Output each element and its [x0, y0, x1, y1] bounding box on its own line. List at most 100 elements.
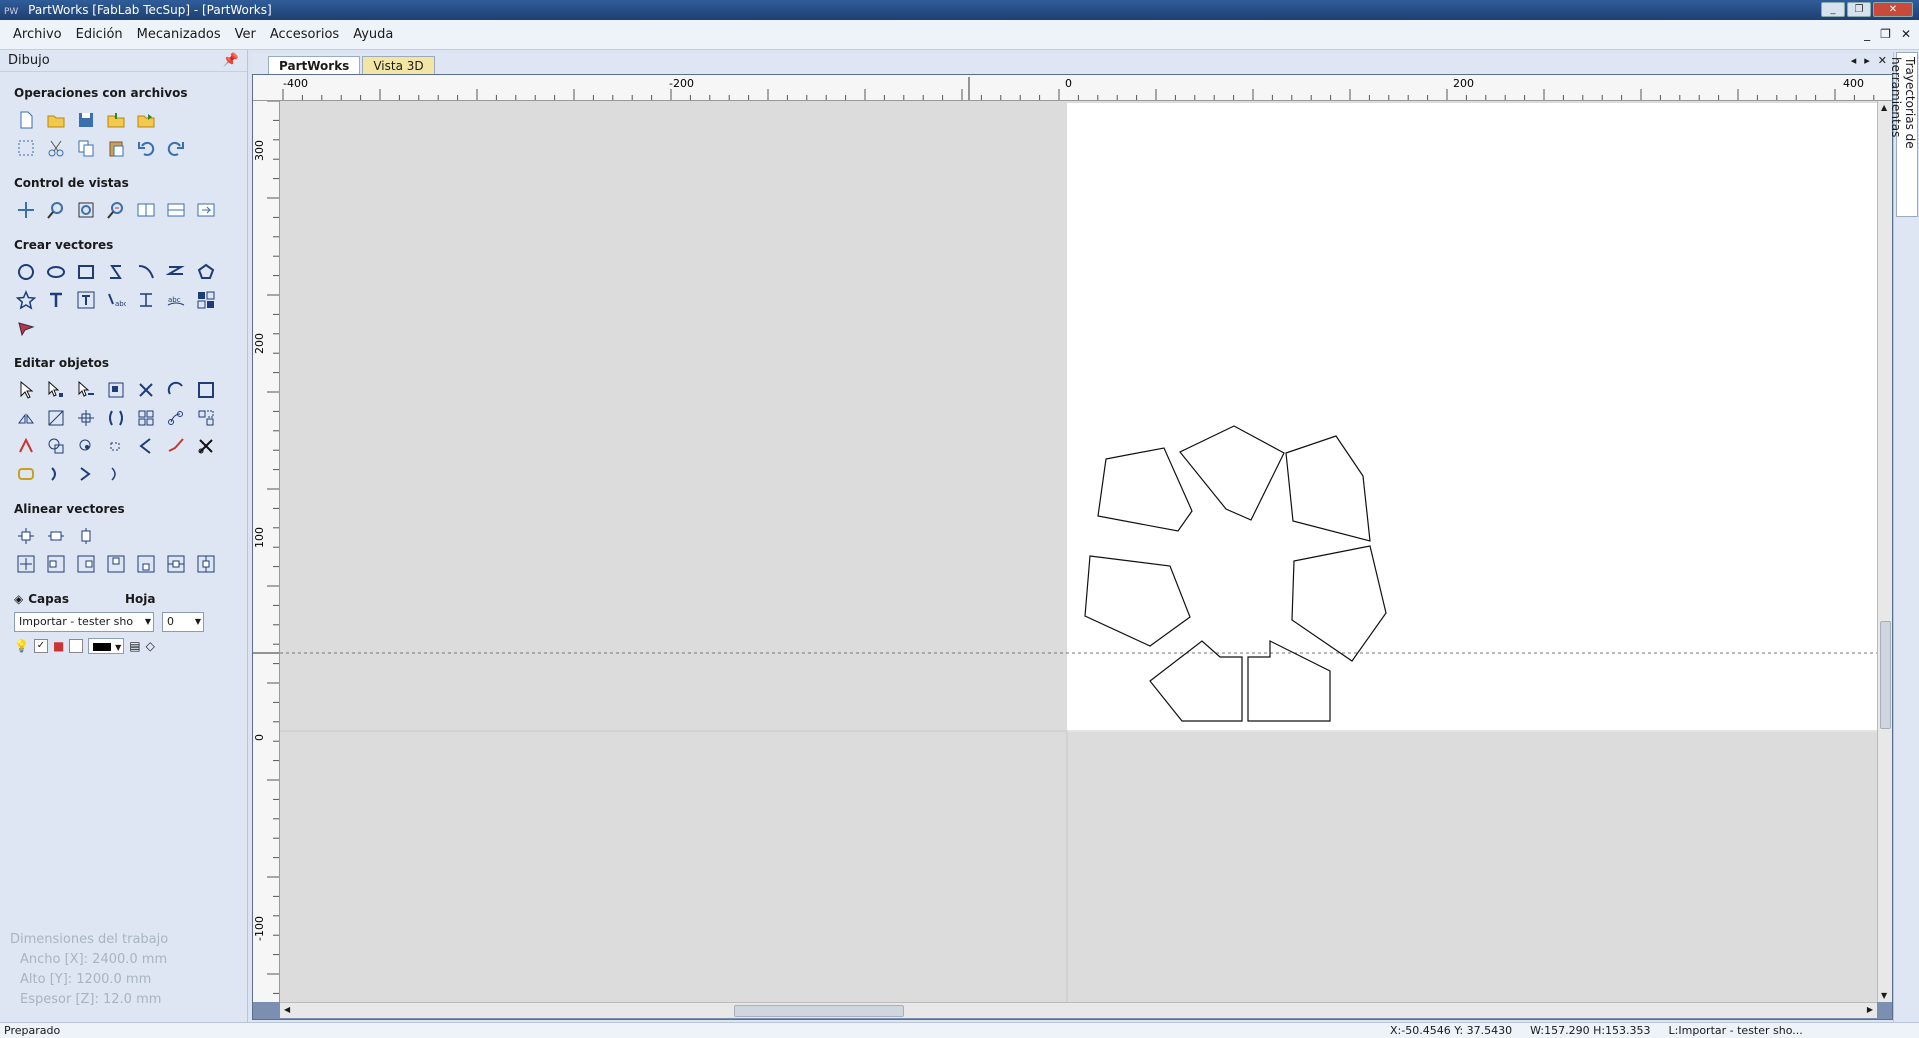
horizontal-scroll-thumb[interactable] — [734, 1005, 904, 1017]
circle-icon[interactable] — [14, 260, 38, 284]
align-vertical-center-icon[interactable] — [74, 524, 98, 548]
subtract-icon[interactable] — [44, 434, 68, 458]
menu-edicion[interactable]: Edición — [69, 27, 130, 42]
ellipse-icon[interactable] — [44, 260, 68, 284]
mirror-icon[interactable] — [14, 406, 38, 430]
align-horizontal-icon[interactable] — [164, 552, 188, 576]
tab-partworks[interactable]: PartWorks — [268, 56, 361, 74]
close-vector-icon[interactable] — [44, 462, 68, 486]
tab-toolpaths[interactable]: Trayectorias de herramientas — [1889, 52, 1918, 217]
chamfer-icon[interactable] — [134, 434, 158, 458]
vertical-scrollbar[interactable]: ▲ ▼ — [1877, 101, 1892, 1002]
grid-array-icon[interactable] — [134, 406, 158, 430]
lightbulb-icon[interactable]: 💡 — [14, 639, 29, 653]
align-center-icon[interactable] — [74, 406, 98, 430]
tab-prev-icon[interactable]: ◂ — [1851, 54, 1857, 67]
minimize-button[interactable]: _ — [1821, 2, 1845, 17]
align-centers-icon[interactable] — [14, 524, 38, 548]
view-3d-icon[interactable] — [194, 198, 218, 222]
join-vectors-icon[interactable] — [164, 434, 188, 458]
scroll-up-icon[interactable]: ▲ — [1881, 103, 1887, 112]
zoom-selection-icon[interactable] — [104, 198, 128, 222]
tab-close-icon[interactable]: ✕ — [1878, 54, 1887, 67]
layer-manager-icon[interactable]: ◇ — [146, 639, 155, 653]
scroll-left-icon[interactable]: ◀ — [284, 1005, 290, 1014]
tab-vista-3d[interactable]: Vista 3D — [362, 56, 435, 74]
distort-icon[interactable] — [44, 406, 68, 430]
layer-properties-icon[interactable]: ▤ — [129, 639, 140, 653]
text-box-icon[interactable] — [74, 288, 98, 312]
mdi-close-button[interactable]: ✕ — [1901, 27, 1911, 41]
export-file-icon[interactable] — [134, 108, 158, 132]
offset-icon[interactable] — [14, 462, 38, 486]
polygon-icon[interactable] — [194, 260, 218, 284]
weld-icon[interactable] — [14, 434, 38, 458]
drawing-canvas[interactable] — [280, 101, 1877, 1002]
align-to-material-center-icon[interactable] — [14, 552, 38, 576]
cut-icon[interactable] — [44, 136, 68, 160]
extend-icon[interactable] — [104, 462, 128, 486]
fillet-icon[interactable] — [104, 434, 128, 458]
sheet-select[interactable]: 0 ▼ — [162, 612, 204, 632]
horizontal-scrollbar[interactable]: ◀ ▶ — [280, 1002, 1877, 1018]
text-icon[interactable] — [44, 288, 68, 312]
select-icon[interactable] — [14, 378, 38, 402]
menu-ayuda[interactable]: Ayuda — [346, 27, 400, 42]
arc-icon[interactable] — [134, 260, 158, 284]
align-top-icon[interactable] — [104, 552, 128, 576]
smooth-icon[interactable] — [74, 462, 98, 486]
text-arc-icon[interactable]: abc — [164, 288, 188, 312]
scroll-right-icon[interactable]: ▶ — [1867, 1005, 1873, 1014]
align-bottom-icon[interactable] — [134, 552, 158, 576]
align-right-icon[interactable] — [74, 552, 98, 576]
job-setup-icon[interactable] — [14, 136, 38, 160]
pan-icon[interactable] — [14, 198, 38, 222]
pin-icon[interactable]: 📌 — [223, 53, 239, 68]
split-view-vertical-icon[interactable] — [134, 198, 158, 222]
nest-icon[interactable] — [194, 406, 218, 430]
menu-archivo[interactable]: Archivo — [6, 27, 69, 42]
mdi-restore-button[interactable]: ❐ — [1880, 27, 1891, 41]
vertical-scroll-thumb[interactable] — [1880, 621, 1891, 729]
mdi-minimize-button[interactable]: _ — [1864, 27, 1870, 41]
trim-icon[interactable] — [194, 434, 218, 458]
menu-accesorios[interactable]: Accesorios — [263, 27, 346, 42]
copy-along-curve-icon[interactable] — [164, 406, 188, 430]
wrap-icon[interactable] — [104, 406, 128, 430]
align-horizontal-center-icon[interactable] — [44, 524, 68, 548]
copy-icon[interactable] — [74, 136, 98, 160]
close-button[interactable]: ✕ — [1873, 2, 1913, 17]
text-on-curve-icon[interactable]: abc — [104, 288, 128, 312]
scroll-down-icon[interactable]: ▼ — [1881, 991, 1887, 1000]
menu-ver[interactable]: Ver — [228, 27, 263, 42]
draw-pen-icon[interactable] — [14, 316, 38, 340]
array-copy-icon[interactable] — [194, 288, 218, 312]
paste-icon[interactable] — [104, 136, 128, 160]
align-left-icon[interactable] — [44, 552, 68, 576]
tab-next-icon[interactable]: ▸ — [1864, 54, 1870, 67]
polyline-icon[interactable] — [104, 260, 128, 284]
align-vertical-icon[interactable] — [194, 552, 218, 576]
restore-button[interactable]: ❐ — [1847, 2, 1871, 17]
rotate-icon[interactable] — [164, 378, 188, 402]
layer-select[interactable]: Importar - tester sho ▼ — [14, 612, 154, 632]
open-file-icon[interactable] — [44, 108, 68, 132]
rectangle-icon[interactable] — [74, 260, 98, 284]
transform-select-icon[interactable] — [74, 378, 98, 402]
import-file-icon[interactable] — [104, 108, 128, 132]
new-file-icon[interactable] — [14, 108, 38, 132]
star-icon[interactable] — [14, 288, 38, 312]
undo-icon[interactable] — [134, 136, 158, 160]
split-view-horizontal-icon[interactable] — [164, 198, 188, 222]
text-fit-icon[interactable] — [134, 288, 158, 312]
layer-lock-checkbox[interactable] — [69, 639, 84, 653]
move-icon[interactable] — [134, 378, 158, 402]
layer-visible-checkbox[interactable]: ✓ — [33, 639, 48, 653]
lock-icon[interactable]: ■ — [53, 639, 64, 653]
menu-mecanizados[interactable]: Mecanizados — [130, 27, 228, 42]
layer-color-select[interactable]: ▼ — [88, 638, 125, 654]
save-file-icon[interactable] — [74, 108, 98, 132]
intersect-icon[interactable] — [74, 434, 98, 458]
curve-icon[interactable] — [164, 260, 188, 284]
zoom-fit-icon[interactable] — [74, 198, 98, 222]
